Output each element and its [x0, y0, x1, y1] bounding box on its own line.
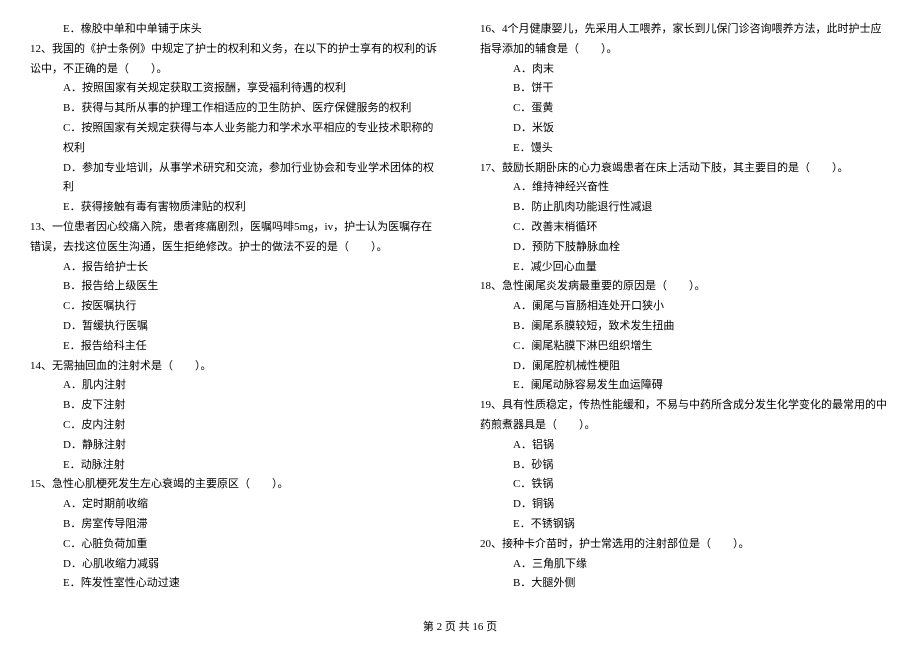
answer-option: E．动脉注射 [30, 456, 440, 476]
question-text: 16、4个月健康婴儿，先采用人工喂养，家长到儿保门诊咨询喂养方法，此时护士应指导… [480, 20, 890, 60]
answer-option: B．房室传导阻滞 [30, 515, 440, 535]
answer-option: E．报告给科主任 [30, 337, 440, 357]
question-text: 15、急性心肌梗死发生左心衰竭的主要原区（ ）。 [30, 475, 440, 495]
answer-option: C．按照国家有关规定获得与本人业务能力和学术水平相应的专业技术职称的权利 [30, 119, 440, 159]
answer-option: B．防止肌肉功能退行性减退 [480, 198, 890, 218]
answer-option: B．皮下注射 [30, 396, 440, 416]
answer-option: A．肌内注射 [30, 376, 440, 396]
exam-page: E．橡胶中单和中单铺于床头12、我国的《护士条例》中规定了护士的权利和义务，在以… [30, 20, 890, 610]
answer-option: E．阑尾动脉容易发生血运障碍 [480, 376, 890, 396]
answer-option: D．暂缓执行医嘱 [30, 317, 440, 337]
answer-option: A．阑尾与盲肠相连处开口狭小 [480, 297, 890, 317]
question-text: 12、我国的《护士条例》中规定了护士的权利和义务，在以下的护士享有的权利的诉讼中… [30, 40, 440, 80]
answer-option: E．减少回心血量 [480, 258, 890, 278]
answer-option: D．预防下肢静脉血栓 [480, 238, 890, 258]
answer-option: B．阑尾系膜较短，致术发生扭曲 [480, 317, 890, 337]
question-text: 18、急性阑尾炎发病最重要的原因是（ ）。 [480, 277, 890, 297]
answer-option: A．肉末 [480, 60, 890, 80]
answer-option: A．三角肌下缘 [480, 555, 890, 575]
answer-option: C．心脏负荷加重 [30, 535, 440, 555]
answer-option: A．维持神经兴奋性 [480, 178, 890, 198]
question-text: 17、鼓励长期卧床的心力衰竭患者在床上活动下肢，其主要目的是（ ）。 [480, 159, 890, 179]
answer-option: C．皮内注射 [30, 416, 440, 436]
answer-option: B．大腿外侧 [480, 574, 890, 594]
answer-option: B．报告给上级医生 [30, 277, 440, 297]
answer-option: D．铜锅 [480, 495, 890, 515]
answer-option: A．铝锅 [480, 436, 890, 456]
answer-option: C．蛋黄 [480, 99, 890, 119]
answer-option: D．心肌收缩力减弱 [30, 555, 440, 575]
page-footer: 第 2 页 共 16 页 [30, 618, 890, 638]
answer-option: C．按医嘱执行 [30, 297, 440, 317]
answer-option: A．按照国家有关规定获取工资报酬，享受福利待遇的权利 [30, 79, 440, 99]
answer-option: E．橡胶中单和中单铺于床头 [30, 20, 440, 40]
answer-option: D．阑尾腔机械性梗阻 [480, 357, 890, 377]
question-text: 19、具有性质稳定，传热性能缓和，不易与中药所含成分发生化学变化的最常用的中药煎… [480, 396, 890, 436]
answer-option: C．改善末梢循环 [480, 218, 890, 238]
answer-option: E．不锈钢锅 [480, 515, 890, 535]
question-text: 14、无需抽回血的注射术是（ ）。 [30, 357, 440, 377]
answer-option: E．获得接触有毒有害物质津贴的权利 [30, 198, 440, 218]
answer-option: B．获得与其所从事的护理工作相适应的卫生防护、医疗保健服务的权利 [30, 99, 440, 119]
answer-option: C．阑尾粘膜下淋巴组织增生 [480, 337, 890, 357]
answer-option: B．饼干 [480, 79, 890, 99]
answer-option: D．参加专业培训，从事学术研究和交流，参加行业协会和专业学术团体的权利 [30, 159, 440, 199]
answer-option: E．阵发性室性心动过速 [30, 574, 440, 594]
question-text: 13、一位患者因心绞痛入院，患者疼痛剧烈，医嘱吗啡5mg，iv，护士认为医嘱存在… [30, 218, 440, 258]
answer-option: A．报告给护士长 [30, 258, 440, 278]
answer-option: A．定时期前收缩 [30, 495, 440, 515]
answer-option: E．馒头 [480, 139, 890, 159]
answer-option: D．静脉注射 [30, 436, 440, 456]
answer-option: B．砂锅 [480, 456, 890, 476]
answer-option: D．米饭 [480, 119, 890, 139]
question-text: 20、接种卡介苗时，护士常选用的注射部位是（ ）。 [480, 535, 890, 555]
answer-option: C．铁锅 [480, 475, 890, 495]
